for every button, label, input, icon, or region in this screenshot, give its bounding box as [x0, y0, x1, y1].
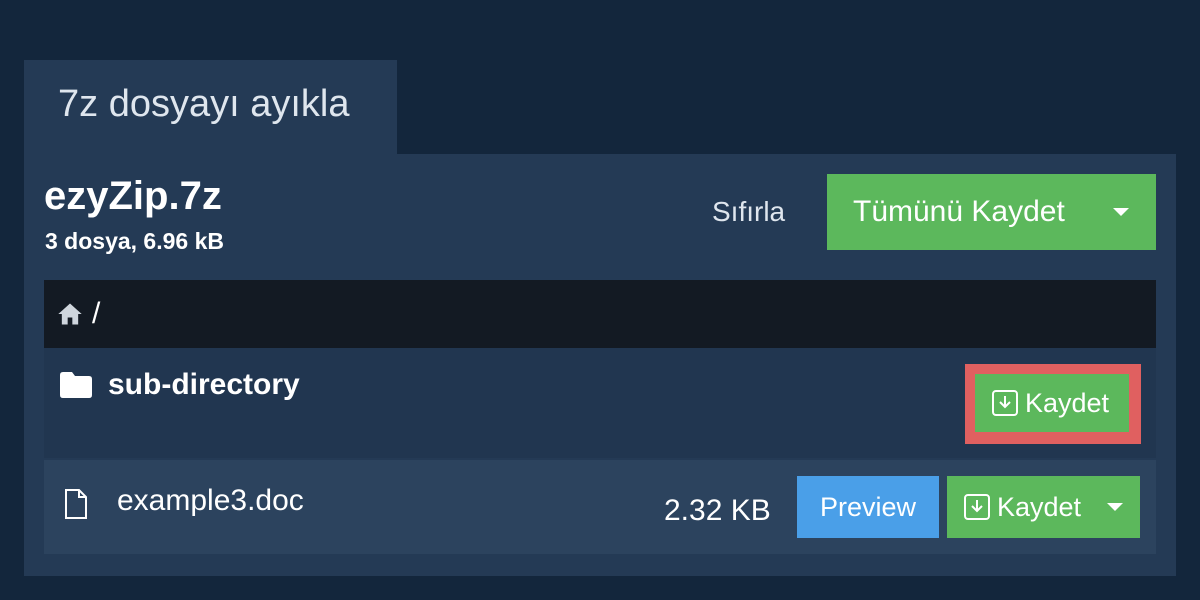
save-file-button[interactable]: Kaydet: [947, 476, 1140, 538]
chevron-down-icon[interactable]: [1113, 208, 1129, 216]
save-all-button[interactable]: Tümünü Kaydet: [827, 174, 1156, 250]
save-label: Kaydet: [997, 491, 1082, 522]
download-icon: [964, 494, 990, 520]
highlight-box: Kaydet: [965, 364, 1141, 444]
download-icon: [992, 390, 1018, 416]
file-icon: [65, 489, 87, 519]
breadcrumb: /: [44, 280, 1156, 348]
save-directory-button[interactable]: Kaydet: [975, 374, 1129, 432]
reset-link[interactable]: Sıfırla: [712, 196, 785, 228]
archive-info: 3 dosya, 6.96 kB: [45, 228, 224, 254]
list-item-file: example3.doc 2.32 KB Preview Kaydet: [44, 460, 1156, 554]
file-name: example3.doc: [117, 484, 304, 517]
file-size: 2.32 KB: [664, 494, 771, 527]
directory-name[interactable]: sub-directory: [108, 368, 300, 402]
save-all-label: Tümünü Kaydet: [853, 195, 1065, 228]
chevron-down-icon[interactable]: [1107, 503, 1123, 511]
page-title: 7z dosyayı ayıkla: [58, 83, 350, 125]
archive-name: ezyZip.7z: [44, 174, 222, 218]
save-label: Kaydet: [1025, 387, 1110, 418]
extract-panel: ezyZip.7z 3 dosya, 6.96 kB Sıfırla Tümün…: [24, 154, 1176, 576]
page-title-tab: 7z dosyayı ayıkla: [24, 60, 397, 154]
list-item-directory: sub-directory Kaydet: [44, 348, 1156, 458]
home-icon[interactable]: [56, 300, 84, 328]
folder-icon: [60, 372, 92, 398]
breadcrumb-separator[interactable]: /: [92, 297, 100, 331]
preview-button[interactable]: Preview: [797, 476, 939, 538]
